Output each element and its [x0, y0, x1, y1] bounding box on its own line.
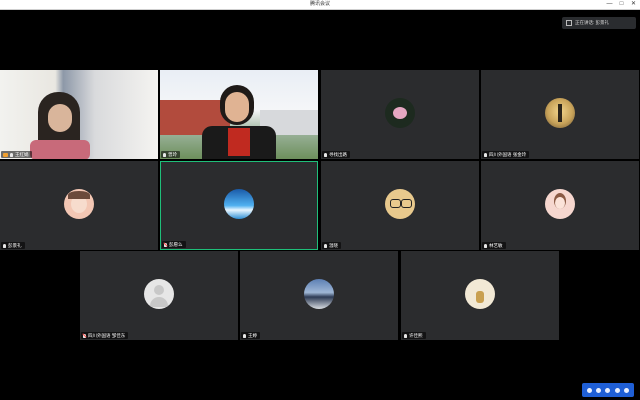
- avatar: [224, 188, 254, 219]
- mic-icon: [3, 243, 6, 248]
- screen-share-icon: [3, 152, 8, 157]
- participant-namebar: 彭愿么: [162, 241, 186, 248]
- avatar: [385, 188, 415, 219]
- mic-icon: [324, 243, 327, 248]
- avatar: [385, 97, 415, 128]
- meeting-toolbar[interactable]: [582, 383, 634, 397]
- participant-namebar: 林艺敏: [482, 242, 506, 249]
- mic-icon: [10, 152, 13, 157]
- participant-face: [48, 104, 72, 132]
- title-bar: 腾讯会议 — □ ✕: [0, 0, 640, 10]
- participant-name: 寻找出路: [329, 152, 347, 157]
- mic-icon: [404, 333, 407, 338]
- participant-name: 王红娟: [15, 152, 29, 157]
- speaker-label: 正在讲话: 彭景礼: [575, 20, 609, 25]
- participant-tile[interactable]: 王婷: [240, 251, 398, 340]
- participant-name: 温晓: [329, 243, 338, 248]
- participant-name: 彭愿么: [169, 242, 183, 247]
- mic-icon: [243, 333, 246, 338]
- maximize-icon[interactable]: □: [617, 0, 626, 9]
- window-controls: — □ ✕: [605, 0, 638, 9]
- speaker-indicator[interactable]: 正在讲话: 彭景礼: [562, 17, 636, 29]
- participant-name: 王婷: [248, 333, 257, 338]
- camera-icon[interactable]: [605, 387, 611, 393]
- share-icon[interactable]: [614, 387, 620, 393]
- participant-name: 彭景礼: [8, 243, 22, 248]
- participant-tile[interactable]: 许佳熙: [401, 251, 559, 340]
- mic-icon: [484, 152, 487, 157]
- mic-icon: [484, 243, 487, 248]
- participant-namebar: 四川外国语 邹佳东: [81, 332, 129, 339]
- mic-muted-icon: [83, 333, 86, 338]
- grid-layout-icon: [566, 20, 572, 26]
- participant-shirt: [228, 128, 250, 156]
- participant-name: 曾玲: [168, 152, 177, 157]
- mic-icon: [324, 152, 327, 157]
- participant-namebar: 寻找出路: [322, 151, 350, 158]
- participant-namebar: 温晓: [322, 242, 341, 249]
- participant-tile[interactable]: 温晓: [321, 161, 479, 250]
- participant-tile[interactable]: 彭景礼: [0, 161, 158, 250]
- mic-icon: [163, 152, 166, 157]
- participant-tile[interactable]: 四川外国语 张金玲: [481, 70, 639, 159]
- avatar: [545, 97, 575, 128]
- participant-face: [225, 92, 249, 122]
- avatar: [465, 278, 495, 309]
- avatar: [64, 188, 94, 219]
- participant-name: 四川外国语 张金玲: [489, 152, 527, 157]
- participant-namebar: 四川外国语 张金玲: [482, 151, 530, 158]
- minimize-icon[interactable]: —: [605, 0, 614, 9]
- avatar: [144, 278, 174, 309]
- mic-muted-icon: [164, 242, 167, 247]
- participant-namebar: 彭景礼: [1, 242, 25, 249]
- participant-namebar: 曾玲: [161, 151, 180, 158]
- participant-name: 四川外国语 邹佳东: [88, 333, 126, 338]
- participant-name: 林艺敏: [489, 243, 503, 248]
- participant-tile-active[interactable]: 彭愿么: [160, 161, 318, 250]
- participant-tile[interactable]: 王红娟: [0, 70, 158, 159]
- participant-namebar: 王红娟: [1, 151, 32, 158]
- participant-tile[interactable]: 曾玲: [160, 70, 318, 159]
- participant-tile[interactable]: 林艺敏: [481, 161, 639, 250]
- participant-tile[interactable]: 四川外国语 邹佳东: [80, 251, 238, 340]
- participant-namebar: 许佳熙: [402, 332, 426, 339]
- close-icon[interactable]: ✕: [629, 0, 638, 9]
- participant-tile[interactable]: 寻找出路: [321, 70, 479, 159]
- more-icon[interactable]: [623, 387, 629, 393]
- avatar: [545, 188, 575, 219]
- mic-icon[interactable]: [596, 387, 602, 393]
- participant-shirt: [30, 140, 90, 159]
- window-title: 腾讯会议: [309, 1, 330, 7]
- settings-icon[interactable]: [587, 387, 593, 393]
- participant-name: 许佳熙: [409, 333, 423, 338]
- participant-namebar: 王婷: [241, 332, 260, 339]
- avatar: [304, 278, 334, 309]
